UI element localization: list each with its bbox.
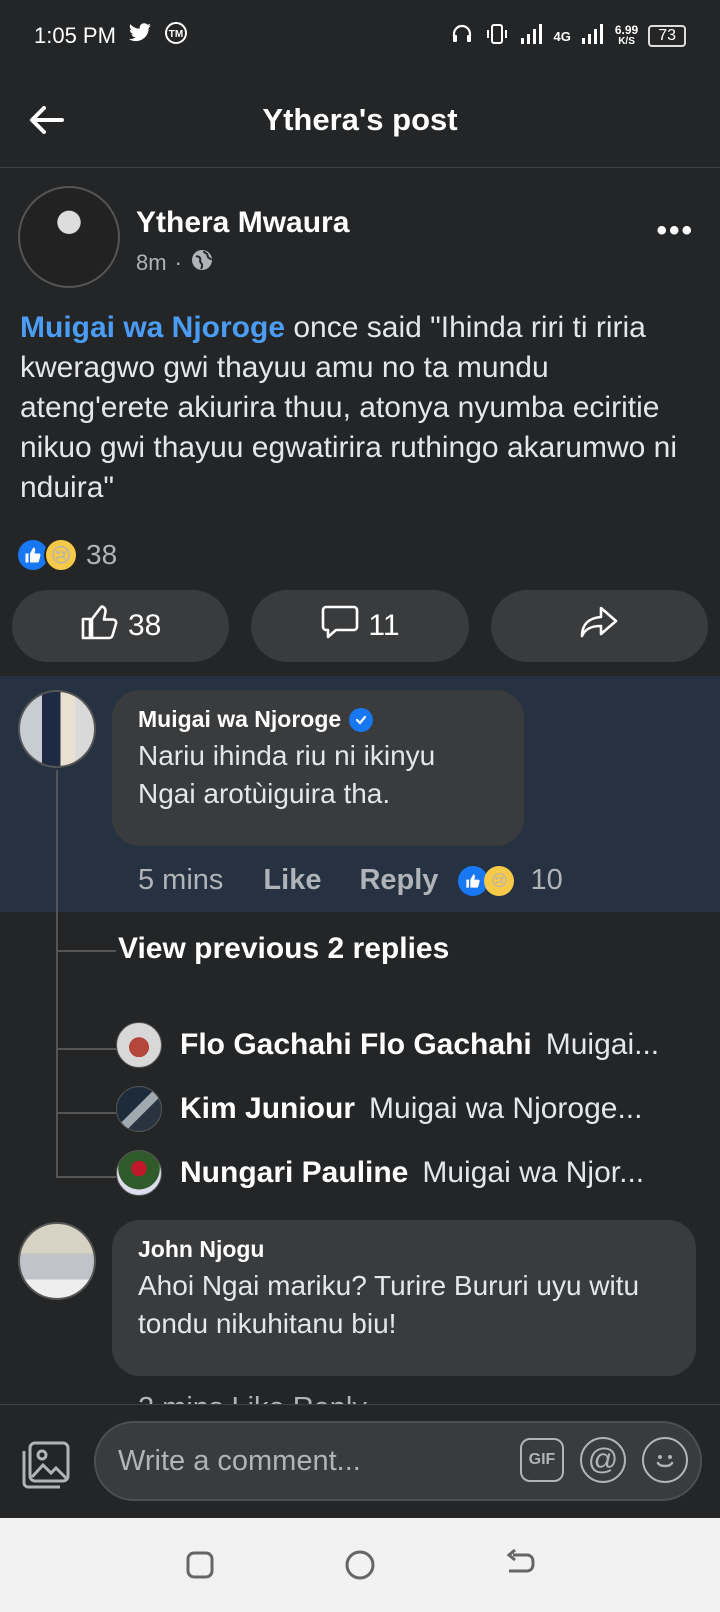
comment-input-wrapper: GIF @ — [94, 1421, 702, 1501]
sad-reaction-icon: 😢 — [44, 538, 78, 572]
comment-time: 5 mins — [138, 864, 224, 896]
comment-text: Nariu ihinda riu ni ikinyu Ngai arotùigu… — [138, 740, 436, 809]
comment-meta-partial: 2 mins Like Reply — [138, 1392, 367, 1404]
emoji-smiley-icon[interactable] — [642, 1437, 688, 1483]
home-circle-icon[interactable] — [340, 1545, 380, 1585]
share-arrow-icon — [579, 605, 619, 647]
recent-apps-icon[interactable] — [180, 1545, 220, 1585]
share-button[interactable] — [490, 590, 708, 662]
commenter-name[interactable]: Muigai wa Njoroge — [138, 706, 341, 733]
svg-text:TM: TM — [169, 29, 183, 40]
network-type: 4G — [553, 28, 571, 44]
comment-count: 11 — [368, 609, 400, 642]
author-name[interactable]: Ythera Mwaura — [136, 206, 349, 240]
post-header: Ythera's post — [0, 72, 720, 168]
status-time: 1:05 PM — [34, 23, 116, 48]
signal-icon — [520, 23, 544, 50]
like-count: 38 — [127, 609, 162, 642]
more-options-icon[interactable]: ••• — [656, 214, 694, 248]
author-avatar[interactable] — [18, 186, 120, 288]
page-title: Ythera's post — [262, 101, 458, 137]
reply-author: Flo Gachahi Flo Gachahi — [180, 1028, 532, 1061]
post-actions: 38 11 — [12, 590, 708, 662]
reply-author: Nungari Pauline — [180, 1156, 409, 1189]
comment-bubble[interactable]: John Njogu Ahoi Ngai mariku? Turire Buru… — [112, 1220, 696, 1376]
thread-branch — [56, 1176, 116, 1178]
comment-like-button[interactable]: Like — [263, 864, 321, 897]
net-speed: 6.99 K/S — [614, 23, 639, 47]
reply-avatar — [116, 1022, 162, 1068]
commenter-avatar[interactable] — [18, 1222, 96, 1300]
thread-line — [56, 770, 58, 1178]
comment-bubble-icon — [320, 603, 360, 649]
comment-input[interactable] — [118, 1444, 498, 1478]
signal-icon-2 — [581, 23, 605, 50]
thumbs-up-icon — [80, 603, 120, 649]
sad-reaction-icon: 😢 — [484, 865, 515, 896]
vibrate-icon — [484, 22, 510, 51]
dot-separator: · — [174, 250, 182, 275]
reaction-summary[interactable]: 😢 38 — [16, 538, 117, 572]
globe-icon — [190, 248, 214, 278]
commenter-avatar[interactable] — [18, 690, 96, 768]
battery-indicator: 73 — [648, 25, 686, 47]
reply-avatar — [116, 1150, 162, 1196]
mention-link[interactable]: Muigai wa Njoroge — [20, 311, 285, 344]
post-author-row: Ythera Mwaura 8m · ••• — [18, 186, 702, 290]
reply-preview[interactable]: Nungari Pauline Muigai wa Njor... — [116, 1148, 696, 1198]
photo-gallery-icon[interactable] — [20, 1439, 72, 1491]
back-arrow-icon[interactable] — [28, 102, 68, 138]
reply-preview[interactable]: Kim Juniour Muigai wa Njoroge... — [116, 1084, 696, 1134]
reply-avatar — [116, 1086, 162, 1132]
comment-button[interactable]: 11 — [251, 590, 469, 662]
comment-meta: 5 mins Like Reply 😢 10 — [138, 864, 563, 897]
thread-branch — [56, 950, 116, 952]
status-bar: 1:05 PM TM 4G 6.99 K/S 73 — [0, 0, 720, 72]
post-time: 8m — [136, 250, 167, 275]
mention-at-icon[interactable]: @ — [580, 1437, 626, 1483]
reply-author: Kim Juniour — [180, 1092, 356, 1125]
reply-snippet: Muigai wa Njoroge... — [369, 1092, 643, 1125]
twitter-icon — [128, 23, 152, 49]
comment-reply-button[interactable]: Reply — [359, 864, 438, 897]
thread-branch — [56, 1048, 116, 1050]
verified-badge-icon — [349, 707, 374, 732]
reply-snippet: Muigai... — [545, 1028, 660, 1061]
like-button[interactable]: 38 — [12, 590, 230, 662]
post-meta: 8m · — [136, 248, 214, 278]
back-nav-icon[interactable] — [500, 1545, 540, 1585]
headset-icon — [450, 22, 474, 51]
post-body: Muigai wa Njoroge once said "Ihinda riri… — [20, 308, 700, 508]
tm-icon: TM — [164, 21, 188, 51]
gif-button[interactable]: GIF — [520, 1438, 564, 1482]
comment-text: Ahoi Ngai mariku? Turire Bururi uyu witu… — [138, 1270, 640, 1339]
comment-reaction-count: 10 — [530, 864, 563, 896]
comment-bubble[interactable]: Muigai wa Njoroge Nariu ihinda riu ni ik… — [112, 690, 524, 846]
comment-composer: GIF @ — [0, 1404, 720, 1518]
view-previous-replies[interactable]: View previous 2 replies — [118, 932, 449, 966]
system-nav-bar — [0, 1518, 720, 1612]
commenter-name[interactable]: John Njogu — [138, 1236, 264, 1263]
reply-snippet: Muigai wa Njor... — [422, 1156, 645, 1189]
reaction-count: 38 — [86, 539, 118, 570]
reply-preview[interactable]: Flo Gachahi Flo Gachahi Muigai... — [116, 1020, 696, 1070]
thread-branch — [56, 1112, 116, 1114]
